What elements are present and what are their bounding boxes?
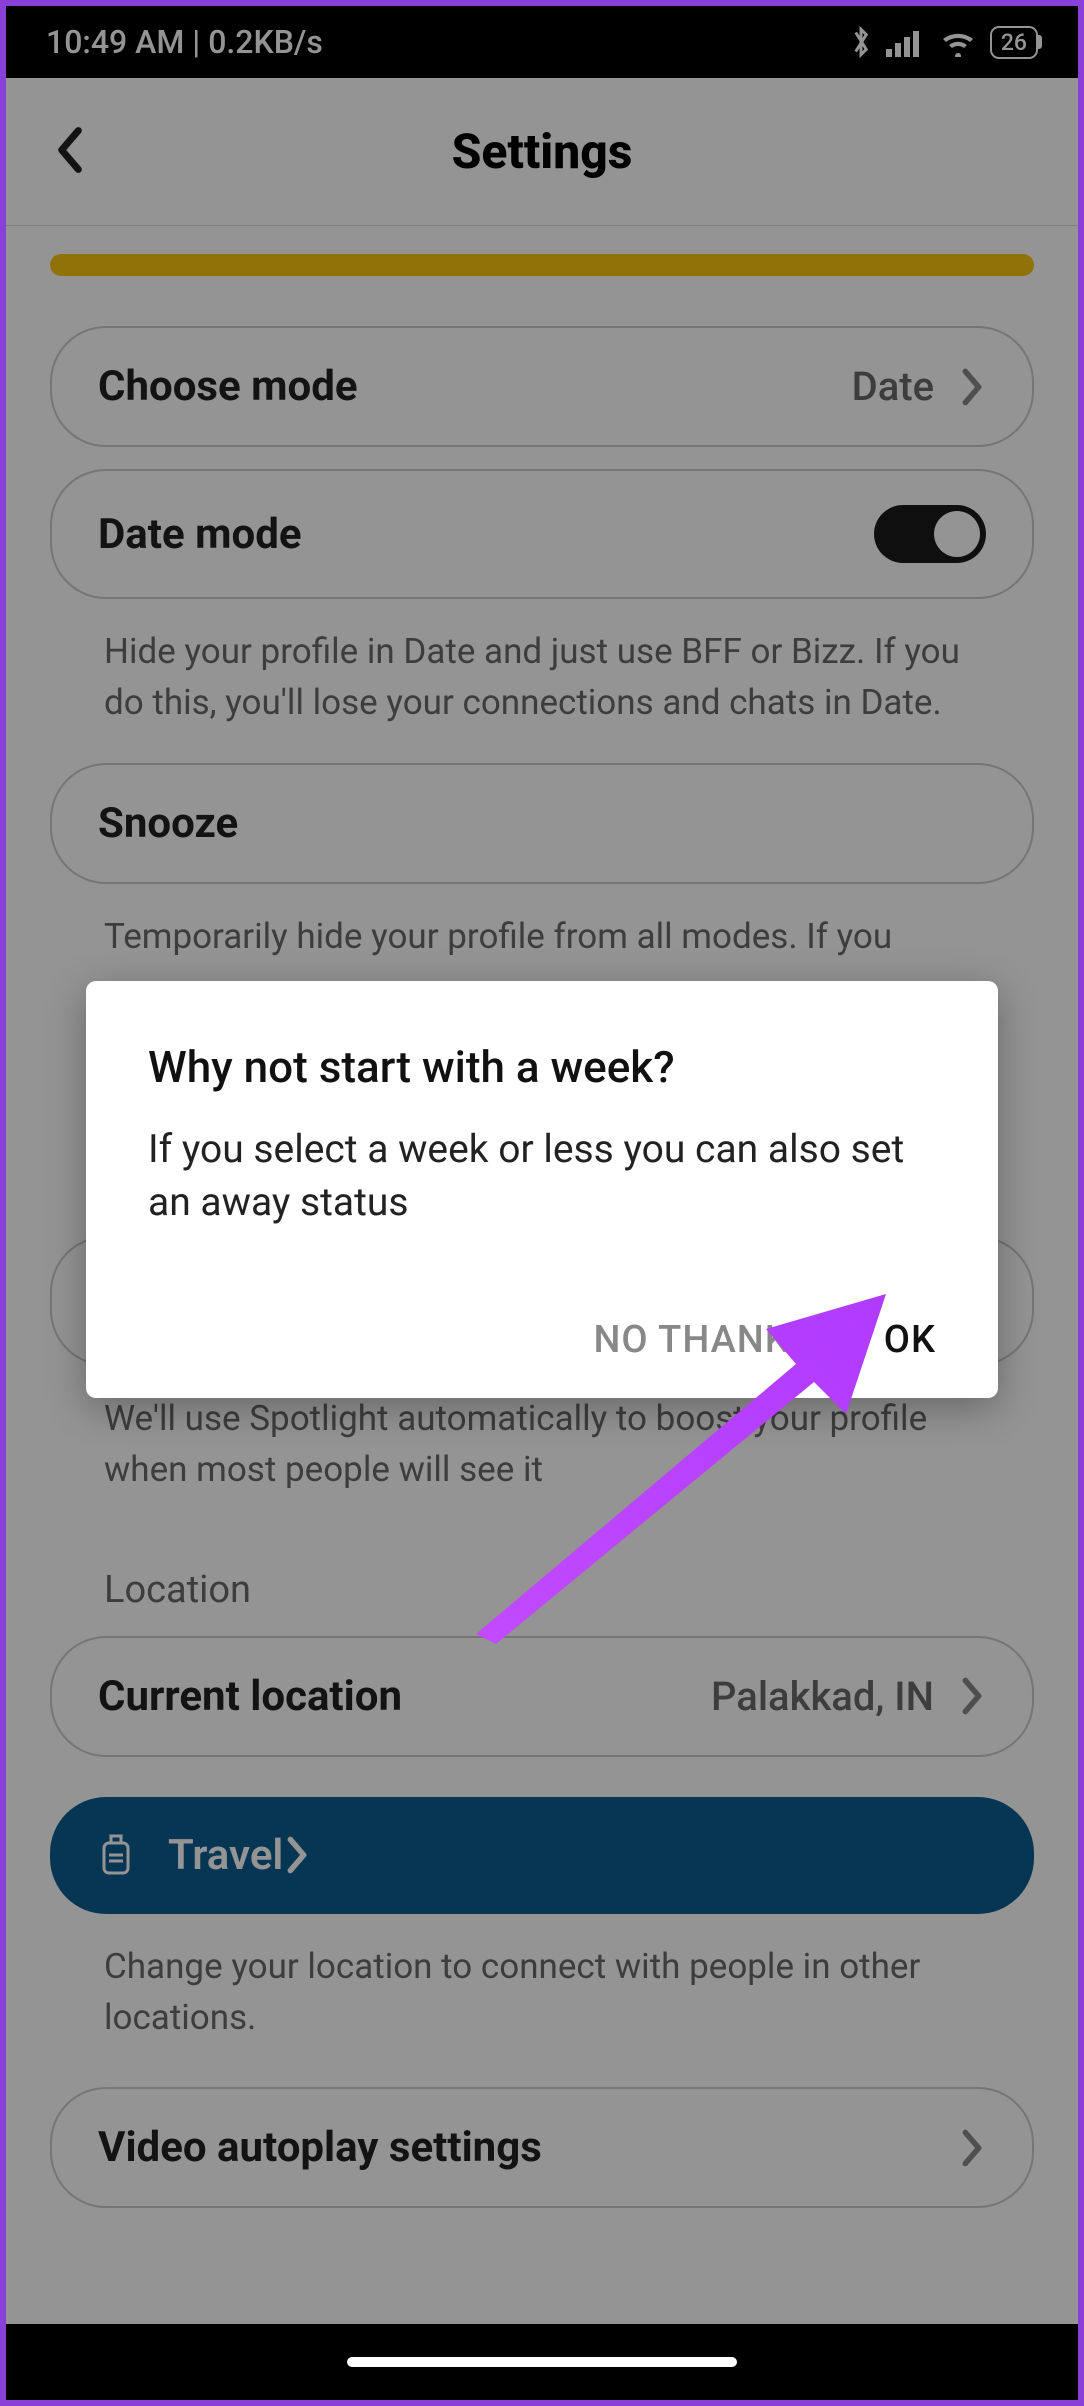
dialog-title: Why not start with a week?	[148, 1041, 936, 1093]
home-indicator[interactable]	[347, 2357, 737, 2367]
no-thanks-button[interactable]: NO THANKS	[593, 1318, 813, 1362]
dialog-body: If you select a week or less you can als…	[148, 1123, 936, 1228]
ok-button[interactable]: OK	[884, 1318, 936, 1362]
screen-frame: 10:49 AM | 0.2KB/s 26 Settings	[0, 0, 1084, 2406]
snooze-week-dialog: Why not start with a week? If you select…	[86, 981, 998, 1398]
android-nav-bar	[6, 2324, 1078, 2400]
modal-overlay[interactable]: Why not start with a week? If you select…	[6, 6, 1078, 2400]
